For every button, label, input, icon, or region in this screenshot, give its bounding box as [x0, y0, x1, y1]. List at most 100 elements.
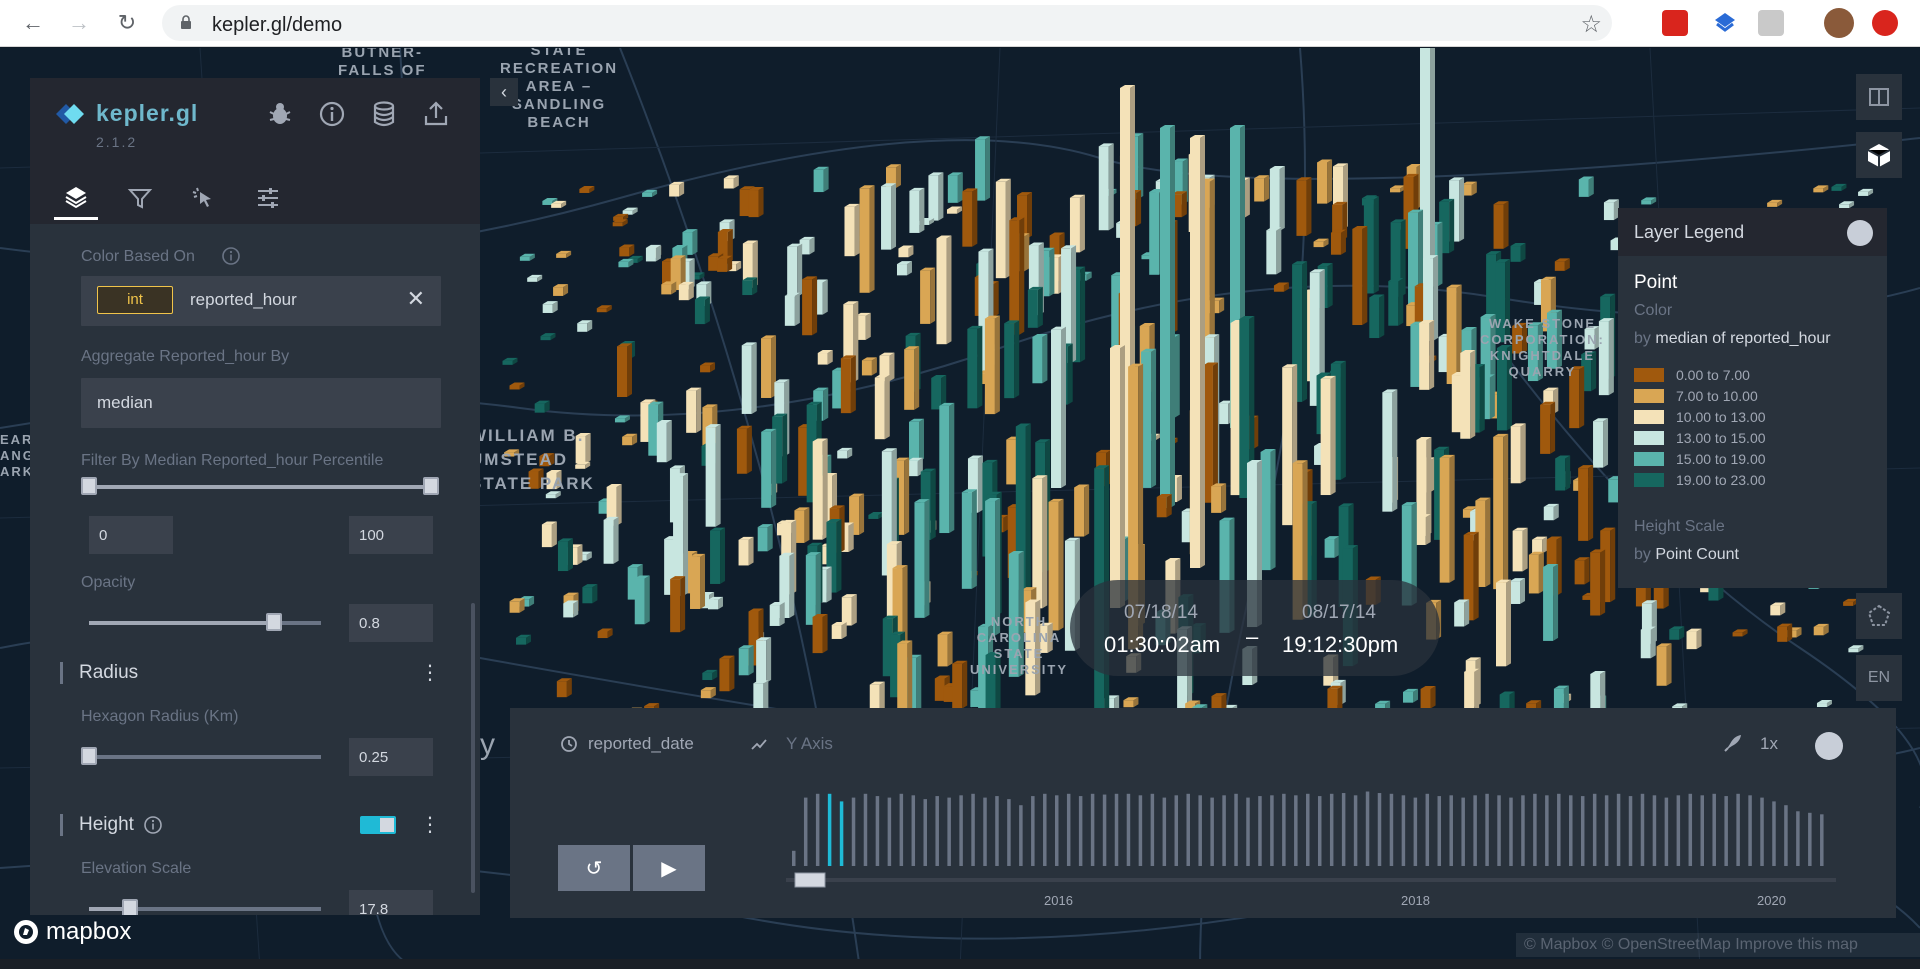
legend-height-label: Height Scale — [1634, 518, 1725, 535]
hexbin-column — [669, 184, 680, 197]
height-toggle[interactable] — [360, 816, 396, 834]
draw-polygon-button[interactable] — [1856, 593, 1902, 639]
back-icon[interactable]: ← — [18, 8, 48, 38]
update-icon[interactable] — [1872, 10, 1898, 36]
hexbin-column-side — [1279, 165, 1285, 231]
aggregate-selector[interactable]: median — [81, 378, 441, 428]
time-histogram[interactable] — [780, 778, 1840, 918]
elevation-scale-input[interactable]: 17.8 — [349, 890, 433, 915]
end-date: 08/17/14 — [1302, 602, 1376, 623]
histogram-bar — [1640, 793, 1645, 866]
bug-report-icon[interactable] — [266, 100, 298, 132]
hexbin-column — [516, 637, 527, 645]
aggregate-value: median — [97, 393, 153, 412]
map-label-ncsu: NORTH CAROLINA STATE UNIVERSITY — [970, 614, 1069, 677]
hexbin-column — [577, 323, 588, 332]
hexbin-column-side — [949, 402, 955, 534]
percentile-min-handle[interactable] — [81, 477, 97, 495]
bookmark-star-icon[interactable]: ☆ — [1580, 10, 1602, 39]
reset-button[interactable]: ↺ — [558, 845, 630, 891]
hexbin-column-side — [1584, 557, 1590, 585]
hexbin-column — [1532, 539, 1543, 554]
share-export-icon[interactable] — [422, 100, 454, 132]
hexbin-column — [739, 189, 750, 217]
rocket-icon — [1724, 735, 1741, 752]
height-more-icon[interactable]: ⋮ — [420, 812, 440, 837]
collapse-panel-button[interactable]: ‹ — [490, 78, 518, 106]
height-section-header[interactable]: Height — [60, 814, 162, 836]
extension-icon-grey[interactable] — [1758, 10, 1784, 36]
radius-section-header[interactable]: Radius — [60, 662, 138, 684]
percentile-range-track[interactable] — [89, 485, 433, 489]
tab-map-settings[interactable] — [246, 176, 290, 220]
split-map-icon — [1869, 88, 1889, 106]
histogram-bar — [851, 797, 856, 866]
toggle-3d-button[interactable] — [1856, 132, 1902, 178]
color-field-selector[interactable]: int reported_hour ✕ — [81, 276, 441, 326]
map-attribution[interactable]: © Mapbox © OpenStreetMap Improve this ma… — [1516, 933, 1920, 957]
hexagon-radius-track[interactable] — [89, 755, 321, 759]
legend-bin-label: 10.00 to 13.00 — [1676, 408, 1766, 425]
hexbin-column — [618, 261, 629, 268]
elevation-scale-handle[interactable] — [122, 899, 138, 915]
mapbox-logo[interactable]: mapbox — [12, 918, 131, 946]
opacity-input[interactable]: 0.8 — [349, 604, 433, 642]
extension-icon-blue[interactable] — [1712, 10, 1738, 36]
hexbin-column-side — [904, 457, 910, 535]
hexbin-column — [787, 246, 798, 297]
hexbin-column-side — [823, 387, 829, 421]
y-axis-selector[interactable]: Y Axis — [750, 734, 833, 754]
hexbin-column-side — [962, 660, 968, 709]
hexbin-column-side — [1430, 48, 1435, 288]
opacity-handle[interactable] — [266, 613, 282, 631]
tab-layers[interactable] — [54, 176, 98, 220]
forward-icon[interactable]: → — [64, 8, 94, 38]
time-field-selector[interactable]: reported_date — [560, 734, 694, 754]
hexbin-column-side — [1084, 484, 1090, 537]
database-icon[interactable] — [370, 100, 402, 132]
hexbin-column-side — [1327, 159, 1333, 204]
locale-button[interactable]: EN — [1856, 655, 1902, 701]
hexagon-radius-handle[interactable] — [81, 747, 97, 765]
info-icon[interactable] — [143, 815, 163, 835]
hexbin-column-side — [891, 183, 897, 250]
extension-icon-red[interactable] — [1662, 10, 1688, 36]
address-bar[interactable]: kepler.gl/demo ☆ — [162, 5, 1612, 41]
hexbin-column — [1266, 230, 1277, 275]
hexbin-column — [1777, 626, 1788, 642]
info-icon[interactable] — [221, 246, 241, 266]
hexbin-column — [1069, 197, 1080, 253]
clear-field-icon[interactable]: ✕ — [407, 286, 425, 312]
side-panel-scrollbar[interactable] — [471, 603, 475, 893]
hexbin-column — [909, 190, 920, 233]
collapse-timeline-icon[interactable] — [1815, 732, 1843, 760]
split-map-button[interactable] — [1856, 74, 1902, 120]
speed-control[interactable]: 1x — [1722, 732, 1778, 759]
radius-more-icon[interactable]: ⋮ — [420, 660, 440, 685]
hexbin-column — [708, 599, 719, 610]
tab-filters[interactable] — [118, 176, 162, 220]
hexbin-column-side — [1330, 375, 1336, 496]
hexbin-column — [1578, 468, 1589, 541]
legend-collapse-icon[interactable] — [1847, 220, 1873, 246]
hexagon-radius-input[interactable]: 0.25 — [349, 738, 433, 776]
hexbin-column — [761, 431, 772, 508]
hexbin-column — [1273, 285, 1284, 292]
hexbin-column — [1051, 329, 1062, 488]
percentile-max-handle[interactable] — [423, 477, 439, 495]
hexbin-column — [1640, 629, 1651, 659]
info-icon[interactable] — [318, 100, 350, 132]
percentile-max-input[interactable]: 100 — [349, 516, 433, 554]
play-button[interactable]: ▶ — [633, 845, 705, 891]
legend-header: Layer Legend — [1618, 208, 1887, 256]
percentile-min-input[interactable]: 0 — [89, 516, 173, 554]
hexbin-column — [1410, 324, 1421, 387]
profile-avatar[interactable] — [1824, 8, 1854, 38]
hexbin-column-side — [946, 235, 952, 345]
tab-interactions[interactable] — [182, 176, 226, 220]
reload-icon[interactable]: ↻ — [112, 8, 142, 38]
hexbin-column — [844, 206, 855, 257]
histogram-bar — [1796, 811, 1800, 866]
opacity-track[interactable] — [89, 621, 321, 625]
year-label: 2020 — [1757, 893, 1786, 908]
